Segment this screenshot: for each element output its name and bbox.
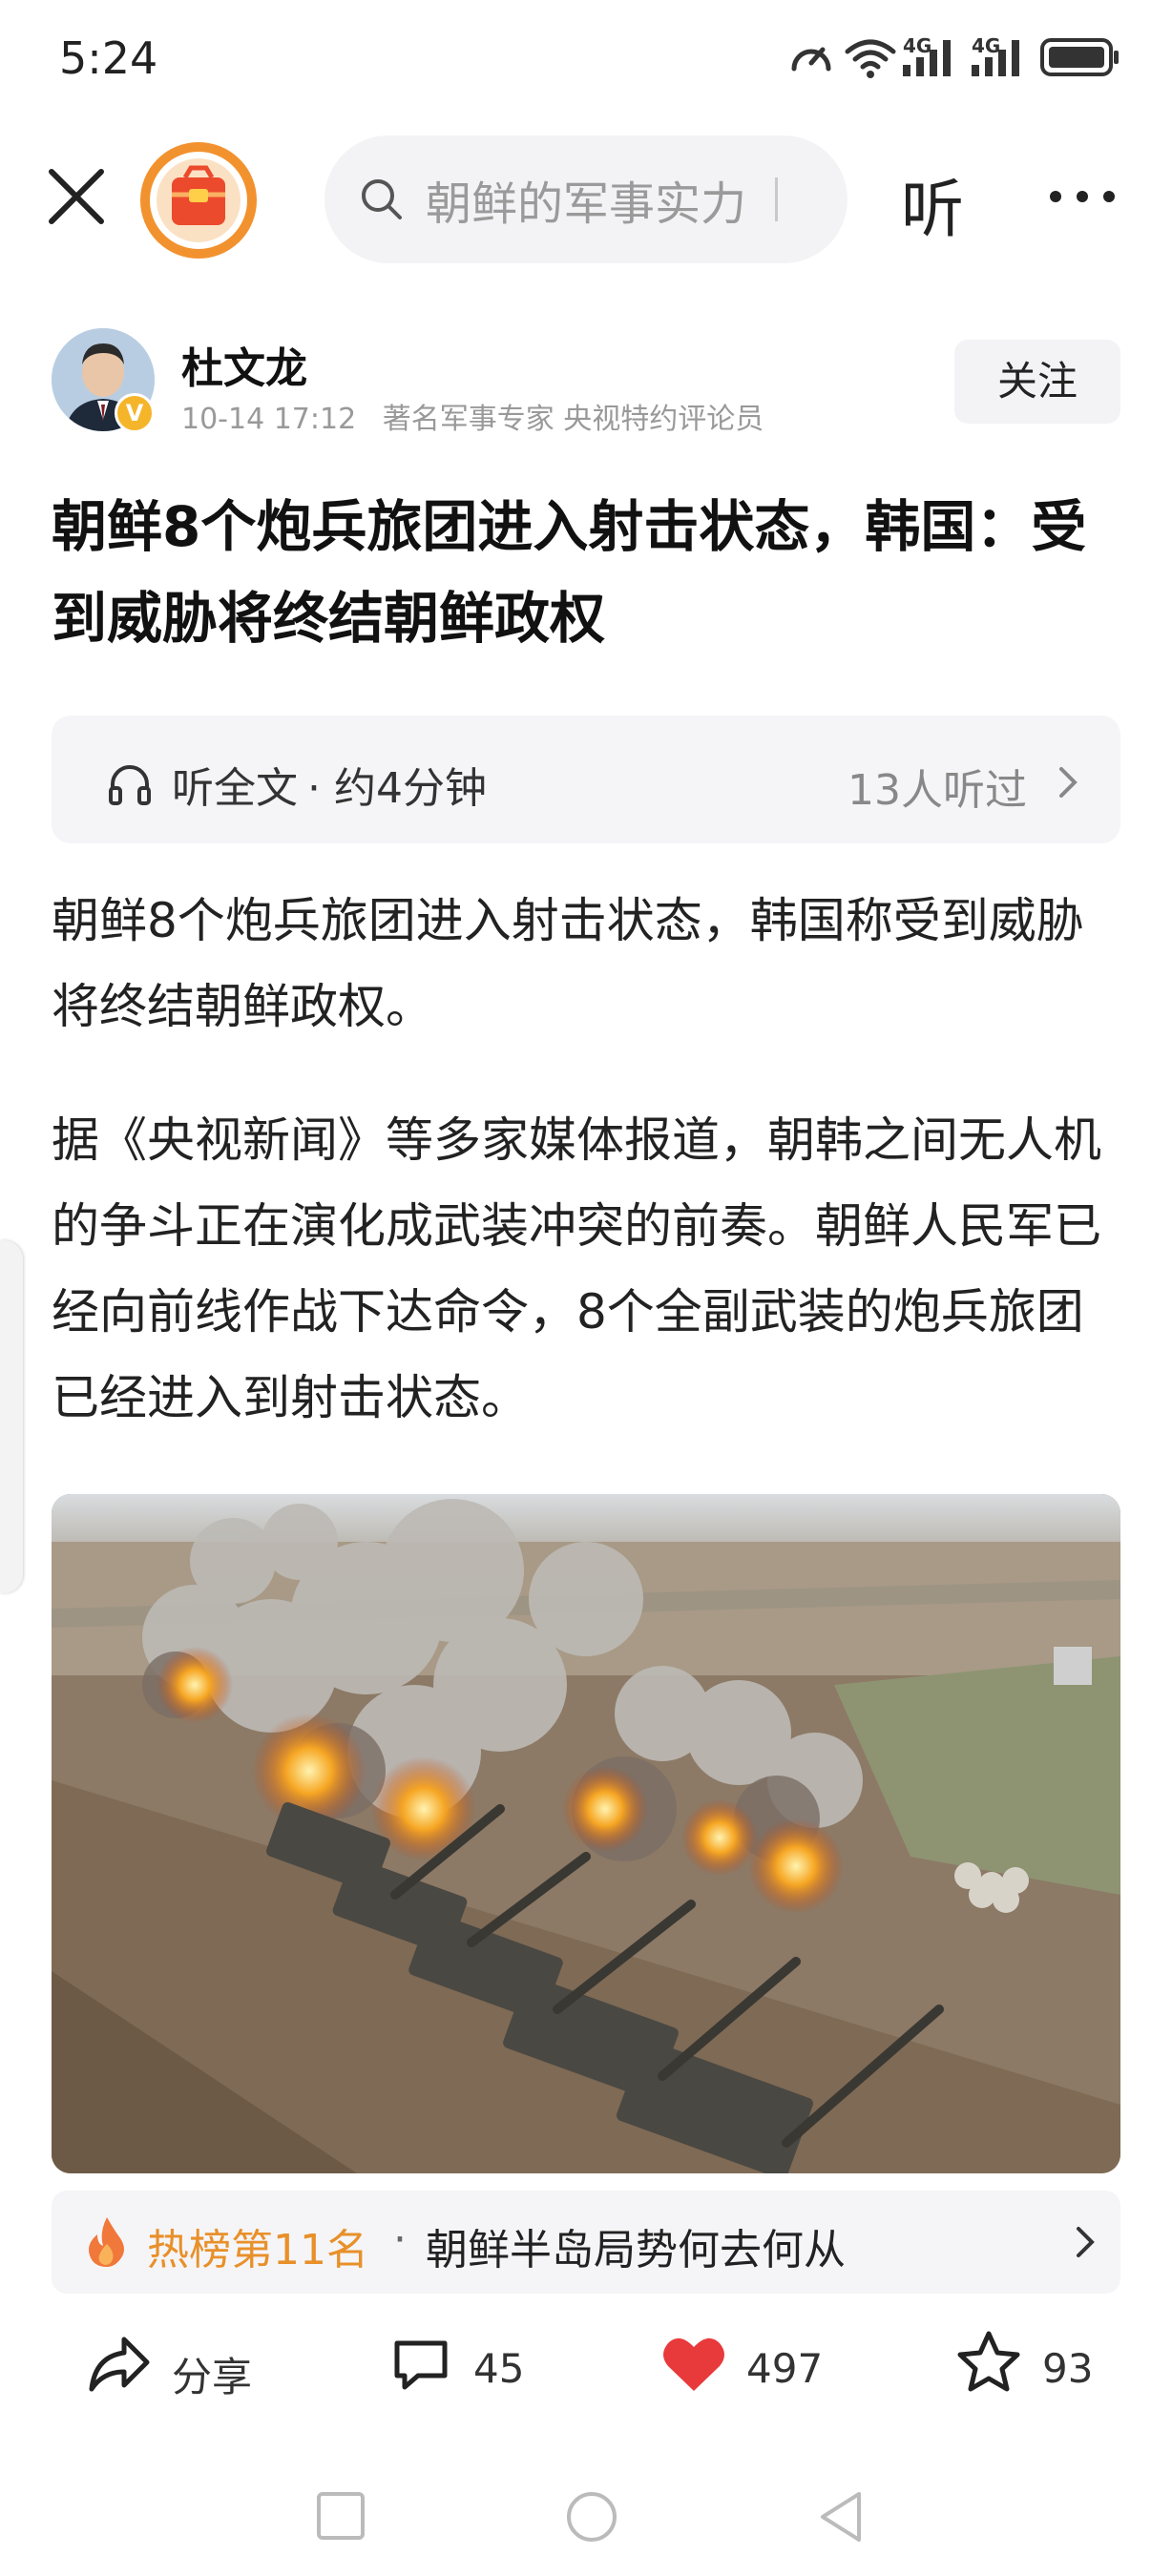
- chevron-right-icon: [1077, 2227, 1095, 2257]
- flame-icon: [89, 2217, 124, 2267]
- author-name[interactable]: 杜文龙: [181, 334, 307, 395]
- hot-topic-title: 朝鲜半岛局势何去何从: [426, 2226, 846, 2275]
- verified-badge: V: [115, 393, 155, 433]
- search-icon: [362, 179, 402, 219]
- listen-full-text: 听全文: [172, 764, 298, 813]
- post-time: 10-14 17:12: [181, 403, 357, 436]
- chevron-right-icon: [1059, 767, 1078, 798]
- author-description: 著名军事专家 央视特约评论员: [382, 403, 764, 436]
- like-count: 497: [746, 2345, 824, 2392]
- article-title: 朝鲜8个炮兵旅团进入射击状态，韩国：受到威胁将终结朝鲜政权: [52, 494, 1087, 651]
- signal-icon: [903, 40, 951, 76]
- red-bag-icon[interactable]: [139, 141, 258, 260]
- favorite-count: 93: [1042, 2345, 1094, 2392]
- status-time: 5:24: [59, 32, 158, 84]
- battery-icon: [1040, 38, 1119, 76]
- share-icon[interactable]: [88, 2334, 151, 2395]
- headphones-icon: [109, 765, 151, 805]
- author-meta: 10-14 17:12 著名军事专家 央视特约评论员: [181, 395, 764, 437]
- article-image[interactable]: [52, 1494, 1120, 2173]
- close-icon[interactable]: [42, 162, 111, 231]
- search-caret: [775, 177, 778, 221]
- listen-duration: · 约4分钟: [307, 764, 487, 813]
- data-saver-icon: [791, 47, 831, 72]
- like-icon[interactable]: [660, 2334, 727, 2395]
- recents-nav-icon[interactable]: [315, 2490, 366, 2542]
- follow-button[interactable]: 关注: [954, 340, 1120, 424]
- comment-icon[interactable]: [391, 2336, 450, 2393]
- hot-separator: ·: [393, 2215, 407, 2264]
- article-paragraph: 朝鲜8个炮兵旅团进入射击状态，韩国称受到威胁将终结朝鲜政权。: [52, 893, 1084, 1034]
- side-panel-handle[interactable]: [0, 1240, 23, 1593]
- hot-rank: 热榜第11名: [147, 2226, 368, 2275]
- signal-icon: [972, 40, 1019, 76]
- comment-count: 45: [473, 2345, 525, 2392]
- listen-count: 13人听过: [848, 766, 1027, 815]
- search-placeholder: 朝鲜的军事实力: [426, 177, 747, 231]
- back-nav-icon[interactable]: [817, 2490, 865, 2544]
- more-icon[interactable]: [1046, 177, 1119, 216]
- search-input[interactable]: 朝鲜的军事实力: [324, 135, 848, 263]
- article-paragraph: 据《央视新闻》等多家媒体报道，朝韩之间无人机的争斗正在演化成武装冲突的前奏。朝鲜…: [52, 1112, 1101, 1425]
- listen-full-label: 听全文 · 约4分钟: [172, 754, 487, 815]
- star-icon[interactable]: [956, 2330, 1021, 2393]
- home-nav-icon[interactable]: [565, 2490, 618, 2544]
- share-label[interactable]: 分享: [172, 2345, 252, 2403]
- wifi-icon: [845, 39, 896, 78]
- listen-button[interactable]: 听: [901, 158, 964, 250]
